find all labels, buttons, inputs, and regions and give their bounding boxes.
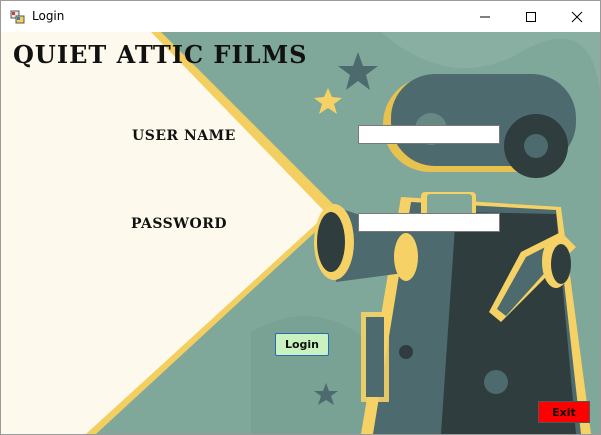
maximize-icon: [526, 11, 536, 22]
minimize-button[interactable]: [462, 1, 508, 32]
login-window: Login QUIET ATTIC FILMS USER NAME PASSWO…: [0, 0, 601, 435]
password-field[interactable]: [358, 213, 500, 232]
username-field[interactable]: [358, 125, 500, 144]
window-title: Login: [32, 9, 65, 23]
app-icon: [10, 9, 26, 25]
minimize-icon: [480, 16, 490, 17]
client-area: QUIET ATTIC FILMS USER NAME PASSWORD Log…: [1, 32, 600, 434]
close-icon: [571, 11, 583, 22]
password-label: PASSWORD: [131, 216, 227, 232]
brand-title: QUIET ATTIC FILMS: [13, 40, 308, 69]
login-button[interactable]: Login: [275, 333, 329, 356]
film-camera-background: [1, 32, 600, 434]
username-label: USER NAME: [132, 128, 236, 144]
maximize-button[interactable]: [508, 1, 554, 32]
title-bar[interactable]: Login: [1, 1, 600, 32]
close-button[interactable]: [554, 1, 600, 32]
exit-button[interactable]: Exit: [538, 401, 590, 423]
